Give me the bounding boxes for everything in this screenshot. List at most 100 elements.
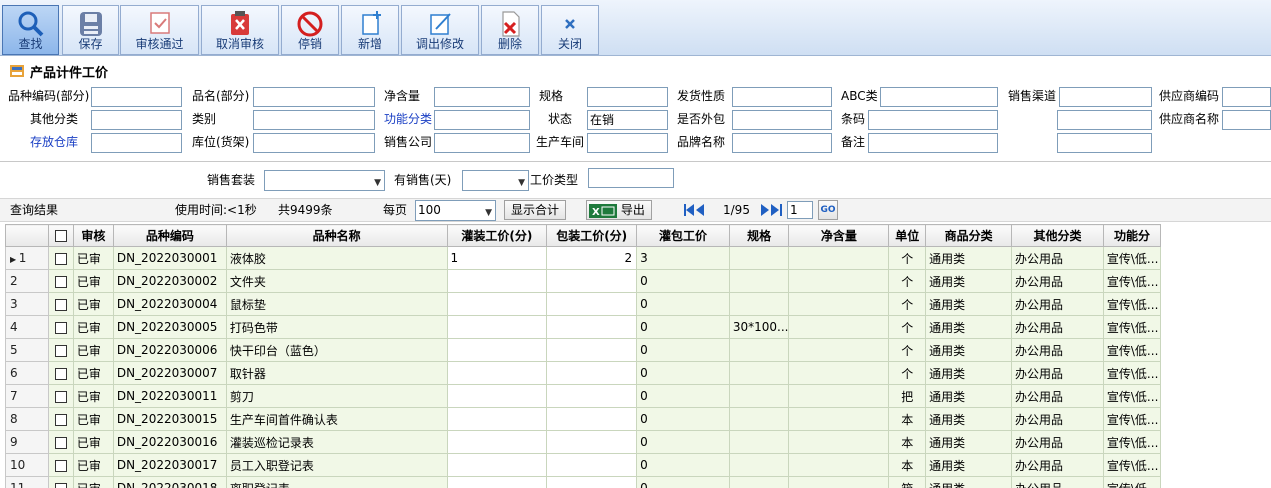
cell-other[interactable]: 办公用品 bbox=[1011, 476, 1104, 488]
cell-audit[interactable]: 已审 bbox=[72, 476, 114, 488]
spec-input[interactable] bbox=[587, 87, 668, 107]
cell-cat[interactable]: 通用类 bbox=[925, 476, 1013, 488]
cell-fill[interactable] bbox=[446, 407, 548, 431]
row-checkbox[interactable] bbox=[54, 344, 67, 357]
cell-cat[interactable]: 通用类 bbox=[925, 384, 1013, 408]
cell-fill[interactable] bbox=[446, 338, 548, 362]
table-row[interactable]: 2 已审 DN_2022030002 文件夹 0 个通用类 办公用品 宣传\低... bbox=[5, 269, 1161, 293]
cell-audit[interactable]: 已审 bbox=[72, 338, 114, 362]
cell-net[interactable] bbox=[788, 338, 890, 362]
cell-cat[interactable]: 通用类 bbox=[925, 430, 1013, 454]
cell-unit[interactable]: 个 bbox=[888, 246, 927, 270]
cell-unit[interactable]: 个 bbox=[888, 338, 927, 362]
other-input[interactable] bbox=[91, 110, 182, 130]
cell-code[interactable]: DN_2022030001 bbox=[112, 246, 227, 270]
cell-fill[interactable] bbox=[446, 430, 548, 454]
cell-combo[interactable]: 0 bbox=[636, 269, 730, 293]
cell-name[interactable]: 离职登记表 bbox=[225, 476, 448, 488]
table-row[interactable]: 10 已审 DN_2022030017 员工入职登记表 0 本通用类 办公用品 宣传\低... bbox=[5, 453, 1161, 477]
cell-spec[interactable] bbox=[728, 246, 790, 270]
cell-net[interactable] bbox=[788, 246, 890, 270]
cell-name[interactable]: 生产车间首件确认表 bbox=[225, 407, 448, 431]
table-row[interactable]: 5 已审 DN_2022030006 快干印台（蓝色） 0 个通用类 办公用品 宣传\低... bbox=[5, 338, 1161, 362]
cell-func[interactable]: 宣传\低... bbox=[1102, 269, 1161, 293]
brand-input[interactable] bbox=[732, 133, 832, 153]
cell-combo[interactable]: 3 bbox=[636, 246, 730, 270]
row-checkbox[interactable] bbox=[54, 321, 67, 334]
code-input[interactable] bbox=[91, 87, 182, 107]
header-audit[interactable]: 审核 bbox=[72, 224, 114, 247]
cell-other[interactable]: 办公用品 bbox=[1011, 430, 1104, 454]
cell-code[interactable]: DN_2022030004 bbox=[112, 292, 227, 316]
table-row[interactable]: ▶ 1 已审 DN_2022030001 液体胶 1 2 3 个通用类 办公用品 宣传\低... bbox=[5, 246, 1161, 270]
header-category[interactable]: 商品分类 bbox=[925, 224, 1013, 247]
edit-button[interactable]: 调出修改 bbox=[401, 5, 479, 55]
table-row[interactable]: 9 已审 DN_2022030016 灌装巡检记录表 0 本通用类 办公用品 宣传\低... bbox=[5, 430, 1161, 454]
ship-input[interactable] bbox=[732, 87, 832, 107]
cell-spec[interactable] bbox=[728, 292, 790, 316]
cell-audit[interactable]: 已审 bbox=[72, 315, 114, 339]
company-input[interactable] bbox=[434, 133, 530, 153]
cell-spec[interactable] bbox=[728, 338, 790, 362]
cell-name[interactable]: 打码色带 bbox=[225, 315, 448, 339]
cell-func[interactable]: 宣传\低... bbox=[1102, 407, 1161, 431]
header-unit[interactable]: 单位 bbox=[888, 224, 927, 247]
cell-name[interactable]: 文件夹 bbox=[225, 269, 448, 293]
cell-cat[interactable]: 通用类 bbox=[925, 269, 1013, 293]
cell-audit[interactable]: 已审 bbox=[72, 453, 114, 477]
cell-audit[interactable]: 已审 bbox=[72, 269, 114, 293]
header-other[interactable]: 其他分类 bbox=[1011, 224, 1104, 247]
cell-pack[interactable] bbox=[546, 476, 638, 488]
channel-extra-input[interactable] bbox=[1057, 110, 1152, 130]
category-input[interactable] bbox=[253, 110, 375, 130]
cell-unit[interactable]: 本 bbox=[888, 407, 927, 431]
cell-pack[interactable] bbox=[546, 430, 638, 454]
cell-combo[interactable]: 0 bbox=[636, 315, 730, 339]
channel-input[interactable] bbox=[1059, 87, 1152, 107]
save-button[interactable]: 保存 bbox=[62, 5, 119, 55]
row-checkbox[interactable] bbox=[54, 275, 67, 288]
cell-spec[interactable] bbox=[728, 269, 790, 293]
cell-pack[interactable] bbox=[546, 407, 638, 431]
row-checkbox[interactable] bbox=[54, 413, 67, 426]
cell-name[interactable]: 剪刀 bbox=[225, 384, 448, 408]
sold-days-select[interactable]: ▼ bbox=[462, 170, 529, 191]
cell-audit[interactable]: 已审 bbox=[72, 384, 114, 408]
search-button[interactable]: 查找 bbox=[2, 5, 59, 55]
cell-spec[interactable] bbox=[728, 476, 790, 488]
cell-spec[interactable]: 30*100... bbox=[728, 315, 790, 339]
close-button[interactable]: 关闭 bbox=[541, 5, 599, 55]
location-input[interactable] bbox=[253, 133, 375, 153]
header-net[interactable]: 净含量 bbox=[788, 224, 890, 247]
cell-pack[interactable] bbox=[546, 292, 638, 316]
table-row[interactable]: 6 已审 DN_2022030007 取针器 0 个通用类 办公用品 宣传\低... bbox=[5, 361, 1161, 385]
cell-fill[interactable] bbox=[446, 292, 548, 316]
table-row[interactable]: 3 已审 DN_2022030004 鼠标垫 0 个通用类 办公用品 宣传\低... bbox=[5, 292, 1161, 316]
cell-code[interactable]: DN_2022030007 bbox=[112, 361, 227, 385]
warehouse-input[interactable] bbox=[91, 133, 182, 153]
table-row[interactable]: 11 已审DN_2022030018离职登记表 0 箱通用类办公用品宣传\低... bbox=[5, 476, 1161, 488]
cell-audit[interactable]: 已审 bbox=[72, 430, 114, 454]
func-input[interactable] bbox=[434, 110, 530, 130]
cell-net[interactable] bbox=[788, 361, 890, 385]
remark-input[interactable] bbox=[868, 133, 998, 153]
stop-sale-button[interactable]: 停销 bbox=[281, 5, 339, 55]
header-func[interactable]: 功能分 bbox=[1102, 224, 1161, 247]
cell-spec[interactable] bbox=[728, 361, 790, 385]
cell-other[interactable]: 办公用品 bbox=[1011, 292, 1104, 316]
cell-combo[interactable]: 0 bbox=[636, 361, 730, 385]
cell-net[interactable] bbox=[788, 315, 890, 339]
cell-combo[interactable]: 0 bbox=[636, 430, 730, 454]
row-select-cell[interactable] bbox=[47, 407, 74, 431]
header-name[interactable]: 品种名称 bbox=[225, 224, 448, 247]
cell-other[interactable]: 办公用品 bbox=[1011, 246, 1104, 270]
cell-code[interactable]: DN_2022030006 bbox=[112, 338, 227, 362]
outsource-input[interactable] bbox=[732, 110, 832, 130]
cell-fill[interactable] bbox=[446, 453, 548, 477]
cell-unit[interactable]: 个 bbox=[888, 361, 927, 385]
cell-other[interactable]: 办公用品 bbox=[1011, 407, 1104, 431]
last-page-icon[interactable] bbox=[759, 204, 785, 216]
row-checkbox[interactable] bbox=[54, 390, 67, 403]
cell-unit[interactable]: 把 bbox=[888, 384, 927, 408]
cell-cat[interactable]: 通用类 bbox=[925, 246, 1013, 270]
